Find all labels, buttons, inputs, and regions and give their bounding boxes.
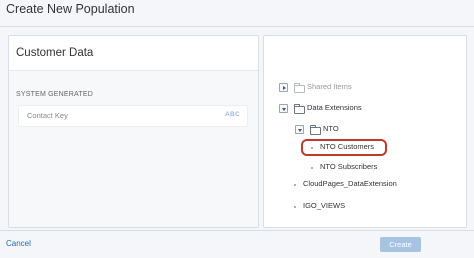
folder-icon <box>310 125 321 135</box>
tree-item-label: CloudPages_DataExtension <box>303 179 397 188</box>
create-button[interactable]: Create <box>380 237 421 252</box>
bullet-icon <box>311 167 313 169</box>
tree-item-label: NTO <box>323 124 339 133</box>
field-contact-key[interactable]: Contact Key ABC <box>18 105 248 127</box>
tree-item-label: Shared Items <box>307 82 352 91</box>
bullet-icon <box>294 206 296 208</box>
selection-highlight <box>301 139 387 156</box>
text-type-icon: ABC <box>225 111 240 118</box>
field-name: Contact Key <box>27 111 68 120</box>
tree-item-label: IGO_VIEWS <box>303 201 346 210</box>
cancel-link[interactable]: Cancel <box>6 239 31 248</box>
section-label-system-generated: SYSTEM GENERATED <box>16 91 93 98</box>
folder-icon <box>294 83 305 93</box>
modal-footer: Cancel Create <box>0 230 474 258</box>
collapse-arrow-icon[interactable] <box>295 125 304 134</box>
tree-item-label: NTO Subscribers <box>320 162 378 171</box>
tree-item-label: Data Extensions <box>307 103 362 112</box>
data-source-tree <box>263 35 467 228</box>
customer-data-panel: Customer Data SYSTEM GENERATED Contact K… <box>8 35 259 228</box>
modal-body: Customer Data SYSTEM GENERATED Contact K… <box>0 27 474 230</box>
modal-header: Create New Population <box>0 0 474 27</box>
field-list: SYSTEM GENERATED Contact Key ABC <box>9 71 258 227</box>
modal-title: Create New Population <box>6 2 135 16</box>
collapse-arrow-icon[interactable] <box>279 104 288 113</box>
bullet-icon <box>294 184 296 186</box>
folder-icon <box>294 104 305 114</box>
expand-arrow-icon[interactable] <box>279 83 288 92</box>
customer-data-title: Customer Data <box>9 36 258 71</box>
